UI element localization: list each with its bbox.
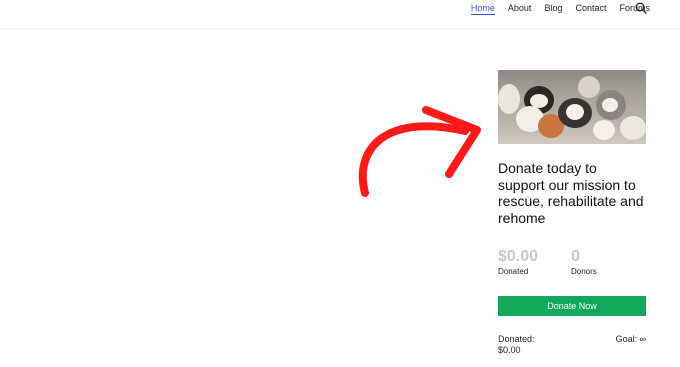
stat-donors-label: Donors [571,267,597,276]
summary-goal: Goal: ∞ [615,334,646,344]
nav-item-blog[interactable]: Blog [544,0,562,14]
summary-donated-label: Donated: [498,334,535,344]
nav-item-home[interactable]: Home [470,0,495,15]
stat-donated-value: $0.00 [498,248,539,265]
page: Home About Blog Contact Forums Donate to… [0,0,680,367]
search-icon[interactable] [635,2,647,14]
campaign-title: Donate today to support our mission to r… [498,160,644,226]
main-nav: Home About Blog Contact Forums [458,0,650,15]
site-header: Home About Blog Contact Forums [0,0,680,29]
puppies-image [498,70,646,144]
stat-donors-value: 0 [571,248,580,265]
summary-donated-amount: $0.00 [498,345,521,355]
puppy-shape [566,104,584,120]
puppy-shape [593,120,615,140]
donation-widget: Donate today to support our mission to r… [498,70,646,356]
nav-item-about[interactable]: About [508,0,532,14]
puppy-shape [602,98,618,112]
donate-now-button[interactable]: Donate Now [498,296,646,316]
stat-donated: $0.00 Donated [498,248,571,276]
summary-donated: Donated: $0.00 [498,334,535,356]
stat-donated-label: Donated [498,267,529,276]
donation-summary: Donated: $0.00 Goal: ∞ [498,334,646,356]
nav-item-contact[interactable]: Contact [575,0,606,14]
puppy-shape [578,76,600,98]
puppy-shape [498,84,520,114]
red-arrow-annotation [358,106,481,197]
stat-donors: 0 Donors [571,248,644,276]
donation-stats: $0.00 Donated 0 Donors [498,248,646,276]
puppy-shape [620,116,646,140]
